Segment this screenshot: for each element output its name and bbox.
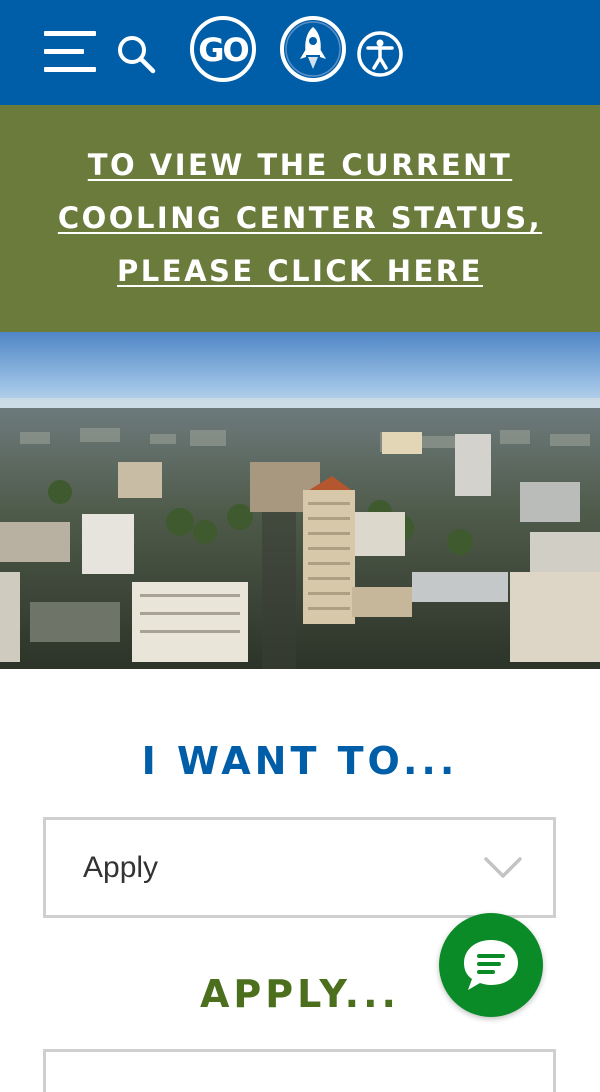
menu-icon[interactable] — [44, 30, 96, 74]
chat-button[interactable] — [439, 913, 543, 1017]
chat-bubble-icon — [464, 940, 518, 990]
go-icon[interactable]: GO — [189, 15, 257, 83]
city-skyline-illustration — [0, 332, 600, 669]
search-icon[interactable] — [116, 34, 156, 74]
rocket-icon[interactable] — [279, 15, 347, 83]
cooling-center-status-link[interactable]: TO VIEW THE CURRENT COOLING CENTER STATU… — [40, 139, 560, 298]
hero-city-aerial-image — [0, 332, 600, 669]
chevron-down-icon — [484, 857, 522, 878]
cooling-center-alert-banner: TO VIEW THE CURRENT COOLING CENTER STATU… — [0, 105, 600, 332]
top-navigation-bar: GO — [0, 0, 600, 105]
i-want-to-select-value: Apply — [83, 851, 159, 884]
accessibility-icon[interactable] — [356, 30, 404, 78]
apply-select[interactable] — [43, 1049, 556, 1092]
go-logo-text: GO — [198, 31, 248, 69]
i-want-to-heading: I WANT TO... — [141, 739, 459, 783]
i-want-to-select[interactable]: Apply — [43, 817, 556, 918]
